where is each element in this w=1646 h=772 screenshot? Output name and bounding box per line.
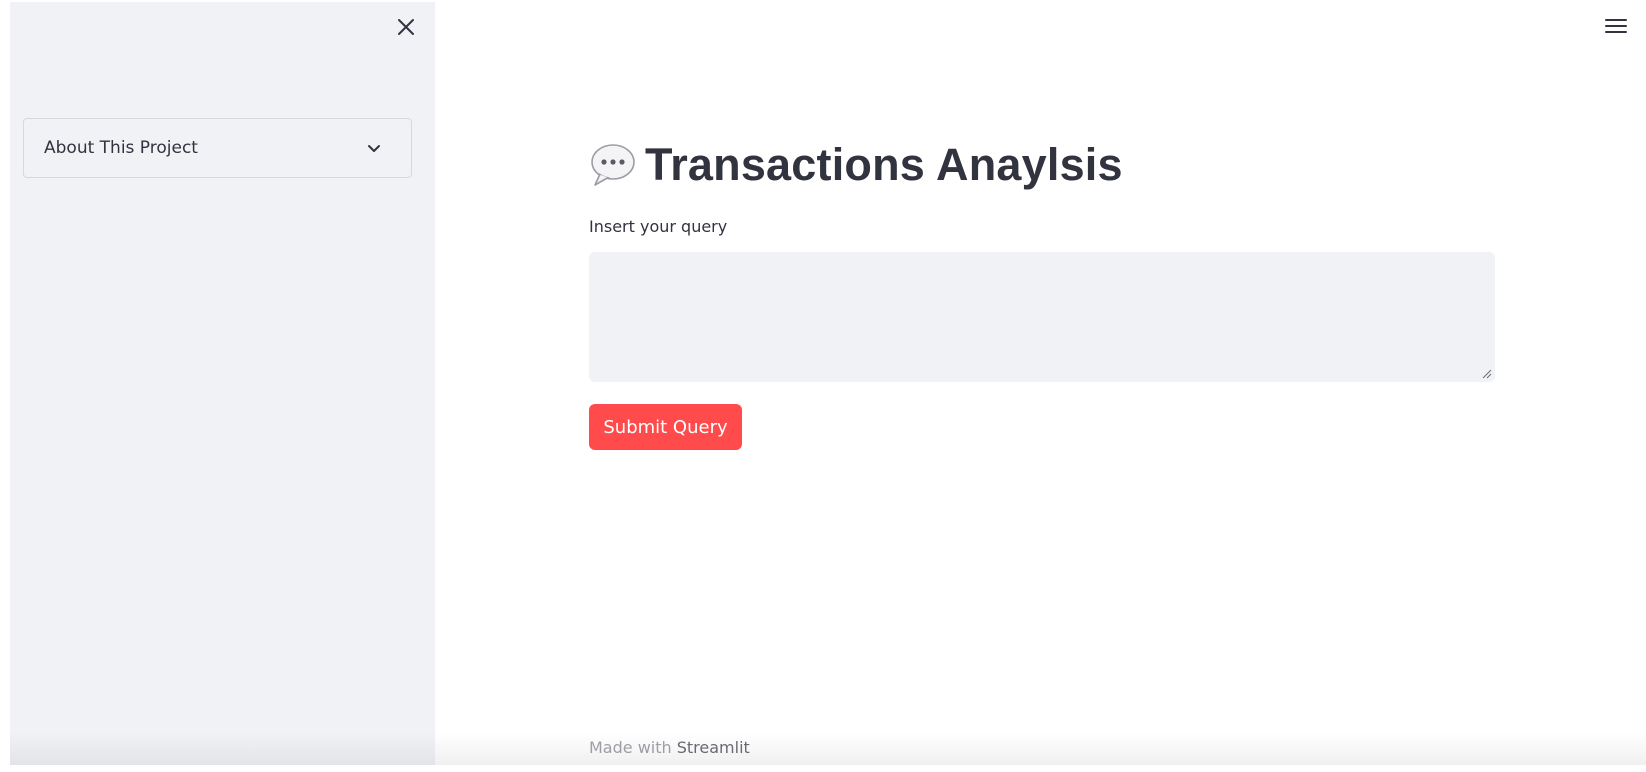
close-icon	[398, 19, 414, 35]
footer-made-with: Made with	[589, 738, 672, 757]
resize-handle-icon[interactable]	[1482, 369, 1492, 379]
expander-label: About This Project	[44, 138, 198, 158]
footer: Made with Streamlit	[589, 738, 750, 757]
hamburger-menu-icon	[1605, 19, 1627, 33]
sidebar: About This Project	[10, 2, 435, 765]
query-input[interactable]	[589, 252, 1495, 382]
speech-bubble-icon	[591, 144, 635, 186]
submit-query-button[interactable]: Submit Query	[589, 404, 742, 450]
sidebar-close-button[interactable]	[391, 12, 421, 42]
page-title: Transactions Anaylsis	[645, 139, 1123, 190]
chevron-down-icon	[363, 137, 385, 159]
app-window: About This Project Transactions Anaylsis…	[10, 2, 1646, 765]
main-menu-button[interactable]	[1600, 10, 1632, 42]
query-label: Insert your query	[589, 217, 728, 236]
page-title-row: Transactions Anaylsis	[589, 136, 1123, 194]
about-expander[interactable]: About This Project	[23, 118, 412, 178]
streamlit-link[interactable]: Streamlit	[677, 738, 750, 757]
